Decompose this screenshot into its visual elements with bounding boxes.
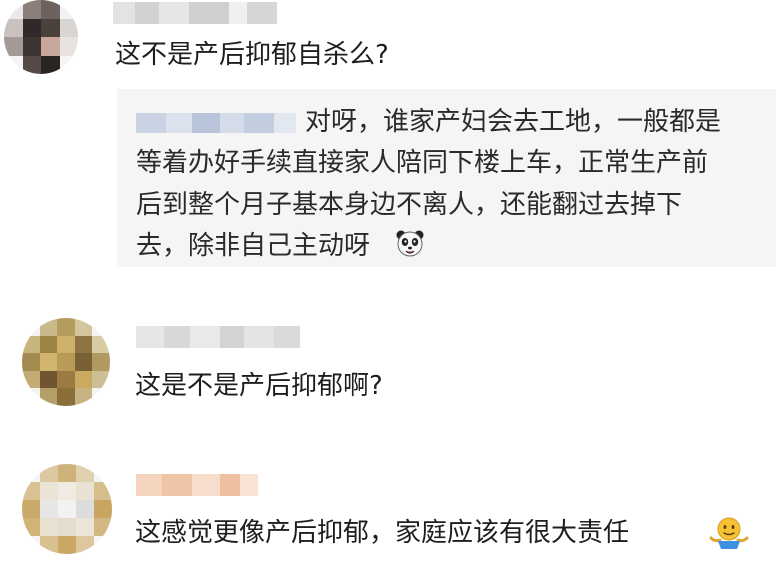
reply-username-blurred[interactable] [136, 113, 296, 133]
avatar[interactable] [4, 0, 78, 74]
reply-text-line: 对呀，谁家产妇会去工地，一般都是 [305, 107, 722, 137]
comment-text: 这不是产后抑郁自杀么? [115, 40, 389, 70]
comment-thread: 这不是产后抑郁自杀么? 对呀，谁家产妇会去工地，一般都是 等着办好手续直接家人陪… [0, 0, 776, 569]
reply-text-line: 去，除非自己主动呀 [136, 231, 371, 261]
username-blurred[interactable] [136, 326, 300, 348]
panda-face-icon [396, 230, 424, 257]
avatar[interactable] [22, 464, 112, 554]
comment-text: 这是不是产后抑郁啊? [135, 371, 383, 401]
comment-text: 这感觉更像产后抑郁，家庭应该有很大责任 [135, 518, 630, 548]
username-blurred[interactable] [136, 474, 258, 496]
avatar[interactable] [22, 318, 110, 406]
shrug-face-icon [709, 517, 749, 549]
reply-text-line: 等着办好手续直接家人陪同下楼上车，正常生产前 [136, 148, 709, 178]
reply-text-line: 后到整个月子基本身边不离人，还能翻过去掉下 [136, 190, 683, 220]
username-blurred[interactable] [113, 2, 277, 24]
